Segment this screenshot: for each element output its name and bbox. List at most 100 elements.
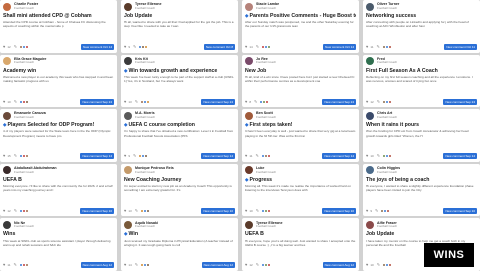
avatar[interactable]: [245, 220, 253, 229]
avatar[interactable]: [245, 2, 253, 11]
avatar[interactable]: [124, 166, 132, 175]
avatar[interactable]: [3, 111, 11, 120]
post-card[interactable]: Luke Football Coach ◆Progress Morning all. …: [242, 163, 359, 217]
comment-icon[interactable]: ✎: [135, 208, 138, 213]
new-comment-tag[interactable]: New comment Sep 14: [80, 153, 114, 160]
post-title[interactable]: First Full Season As A Coach: [366, 68, 477, 74]
comment-icon[interactable]: ✎: [14, 263, 17, 267]
new-comment-tag[interactable]: New comment Aug 12: [322, 262, 356, 269]
comment-icon[interactable]: ✎: [14, 45, 17, 49]
post-title[interactable]: ◆Players Selected for ODP Program!: [3, 122, 114, 128]
like-icon[interactable]: ♥: [124, 263, 126, 267]
new-comment-tag[interactable]: New comment Sep 10: [443, 207, 477, 214]
like-icon[interactable]: ♥: [245, 99, 247, 104]
post-card[interactable]: Abdulbasit Abdulrahman Football Coach UEFA…: [0, 163, 117, 217]
post-author[interactable]: Alfie Fraser Football Coach: [366, 219, 477, 230]
new-comment-tag[interactable]: New comment Sep 10: [201, 207, 235, 214]
like-icon[interactable]: ♥: [245, 263, 247, 267]
new-comment-tag[interactable]: New comment Oct 11: [444, 44, 477, 51]
new-comment-tag[interactable]: New comment Aug 12: [201, 262, 235, 269]
post-card[interactable]: Tyrese Ellerone Football Coach UEFA B Hi ev…: [242, 218, 359, 271]
like-icon[interactable]: ♥: [3, 99, 5, 104]
post-title[interactable]: The joys of being a coach: [366, 177, 477, 183]
new-comment-tag[interactable]: New comment Oct 14: [323, 44, 356, 51]
post-author[interactable]: Tyrese Ellerone Football Coach: [124, 1, 235, 12]
like-icon[interactable]: ♥: [366, 154, 368, 158]
post-author[interactable]: Colin Higgins Football Coach: [366, 165, 477, 176]
avatar[interactable]: [366, 220, 374, 229]
avatar[interactable]: [245, 166, 253, 175]
post-title[interactable]: Job Update: [366, 231, 477, 237]
new-comment-tag[interactable]: New comment Sep 10: [322, 207, 356, 214]
post-title[interactable]: Academy win: [3, 68, 114, 74]
post-author[interactable]: Monique Pedroso Reis Football Coach: [124, 165, 235, 176]
avatar[interactable]: [366, 166, 374, 175]
post-card[interactable]: M.A. Morris Football Coach ◆UEFA C course …: [121, 109, 238, 162]
like-icon[interactable]: ♥: [245, 45, 247, 49]
post-title[interactable]: ◆UEFA C course completion: [124, 122, 235, 128]
avatar[interactable]: [245, 111, 253, 120]
post-card[interactable]: Colin Higgins Football Coach The joys of b…: [363, 163, 480, 217]
like-icon[interactable]: ♥: [3, 263, 5, 267]
post-author[interactable]: Stacie Lambe Football Coach: [245, 1, 356, 12]
like-icon[interactable]: ♥: [3, 45, 5, 49]
post-author[interactable]: Ella Grace Maguire Football Coach: [3, 56, 114, 67]
new-comment-tag[interactable]: New comment Sep 24: [322, 98, 356, 105]
post-author[interactable]: Ben Scott Football Coach: [245, 110, 356, 121]
post-card[interactable]: Nic Ne Football Coach Wins This week at SWF…: [0, 218, 117, 271]
comment-icon[interactable]: ✎: [256, 154, 259, 158]
comment-icon[interactable]: ✎: [135, 263, 138, 267]
post-author[interactable]: M.A. Morris Football Coach: [124, 110, 235, 121]
post-title[interactable]: When it rains it pours: [366, 122, 477, 128]
post-title[interactable]: Shall mini attended CPD @ Cobham: [3, 13, 114, 19]
post-card[interactable]: Emanuele Carozza Football Coach ◆Players S…: [0, 109, 117, 162]
avatar[interactable]: [366, 111, 374, 120]
avatar[interactable]: [245, 57, 253, 66]
new-comment-tag[interactable]: New comment Sep 10: [80, 207, 114, 214]
comment-icon[interactable]: ✎: [377, 263, 380, 267]
like-icon[interactable]: ♥: [124, 154, 126, 158]
post-card[interactable]: Chris Art Football Coach When it rains it …: [363, 109, 480, 162]
like-icon[interactable]: ♥: [124, 208, 126, 213]
like-icon[interactable]: ♥: [245, 154, 247, 158]
comment-icon[interactable]: ✎: [377, 99, 380, 104]
new-comment-tag[interactable]: New comment Sep 24: [201, 98, 235, 105]
post-author[interactable]: Emanuele Carozza Football Coach: [3, 110, 114, 121]
new-comment-tag[interactable]: New comment Sep 24: [80, 98, 114, 105]
post-card[interactable]: Aquib Nosaki Football Coach ◆Win Just recei…: [121, 218, 238, 271]
post-title[interactable]: Job Update: [124, 13, 235, 19]
avatar[interactable]: [124, 2, 132, 11]
comment-icon[interactable]: ✎: [256, 208, 259, 213]
post-title[interactable]: New Job: [245, 68, 356, 74]
comment-icon[interactable]: ✎: [256, 45, 259, 49]
new-comment-tag[interactable]: New comment Sep 14: [443, 153, 477, 160]
post-author[interactable]: Oliver Turner Football Coach: [366, 1, 477, 12]
comment-icon[interactable]: ✎: [375, 208, 378, 213]
post-card[interactable]: Ben Scott Football Coach ◆First steps take…: [242, 109, 359, 162]
avatar[interactable]: [3, 57, 11, 66]
avatar[interactable]: [124, 220, 132, 229]
like-icon[interactable]: ♥: [366, 263, 368, 267]
like-icon[interactable]: ♥: [366, 208, 368, 213]
post-title[interactable]: ◆First steps taken!: [245, 122, 356, 128]
post-card[interactable]: Fred Football Coach First Full Season As A…: [363, 54, 480, 108]
post-title[interactable]: New Coaching Journey: [124, 177, 235, 183]
comment-icon[interactable]: ✎: [14, 208, 17, 213]
avatar[interactable]: [366, 57, 374, 66]
comment-icon[interactable]: ✎: [256, 263, 259, 267]
post-title[interactable]: ◆Progress: [245, 177, 356, 183]
post-card[interactable]: Monique Pedroso Reis Football Coach New Co…: [121, 163, 238, 217]
post-author[interactable]: Luke Football Coach: [245, 165, 356, 176]
post-author[interactable]: Aquib Nosaki Football Coach: [124, 219, 235, 230]
avatar[interactable]: [3, 220, 11, 229]
avatar[interactable]: [124, 57, 132, 66]
comment-icon[interactable]: ✎: [133, 45, 136, 49]
like-icon[interactable]: ♥: [245, 208, 247, 213]
like-icon[interactable]: ♥: [124, 45, 126, 49]
like-icon[interactable]: ♥: [366, 45, 368, 49]
comment-icon[interactable]: ✎: [133, 154, 136, 158]
comment-icon[interactable]: ✎: [254, 99, 257, 104]
avatar[interactable]: [366, 2, 374, 11]
post-title[interactable]: ◆Win towards growth and experience: [124, 68, 235, 74]
like-icon[interactable]: ♥: [3, 208, 5, 213]
